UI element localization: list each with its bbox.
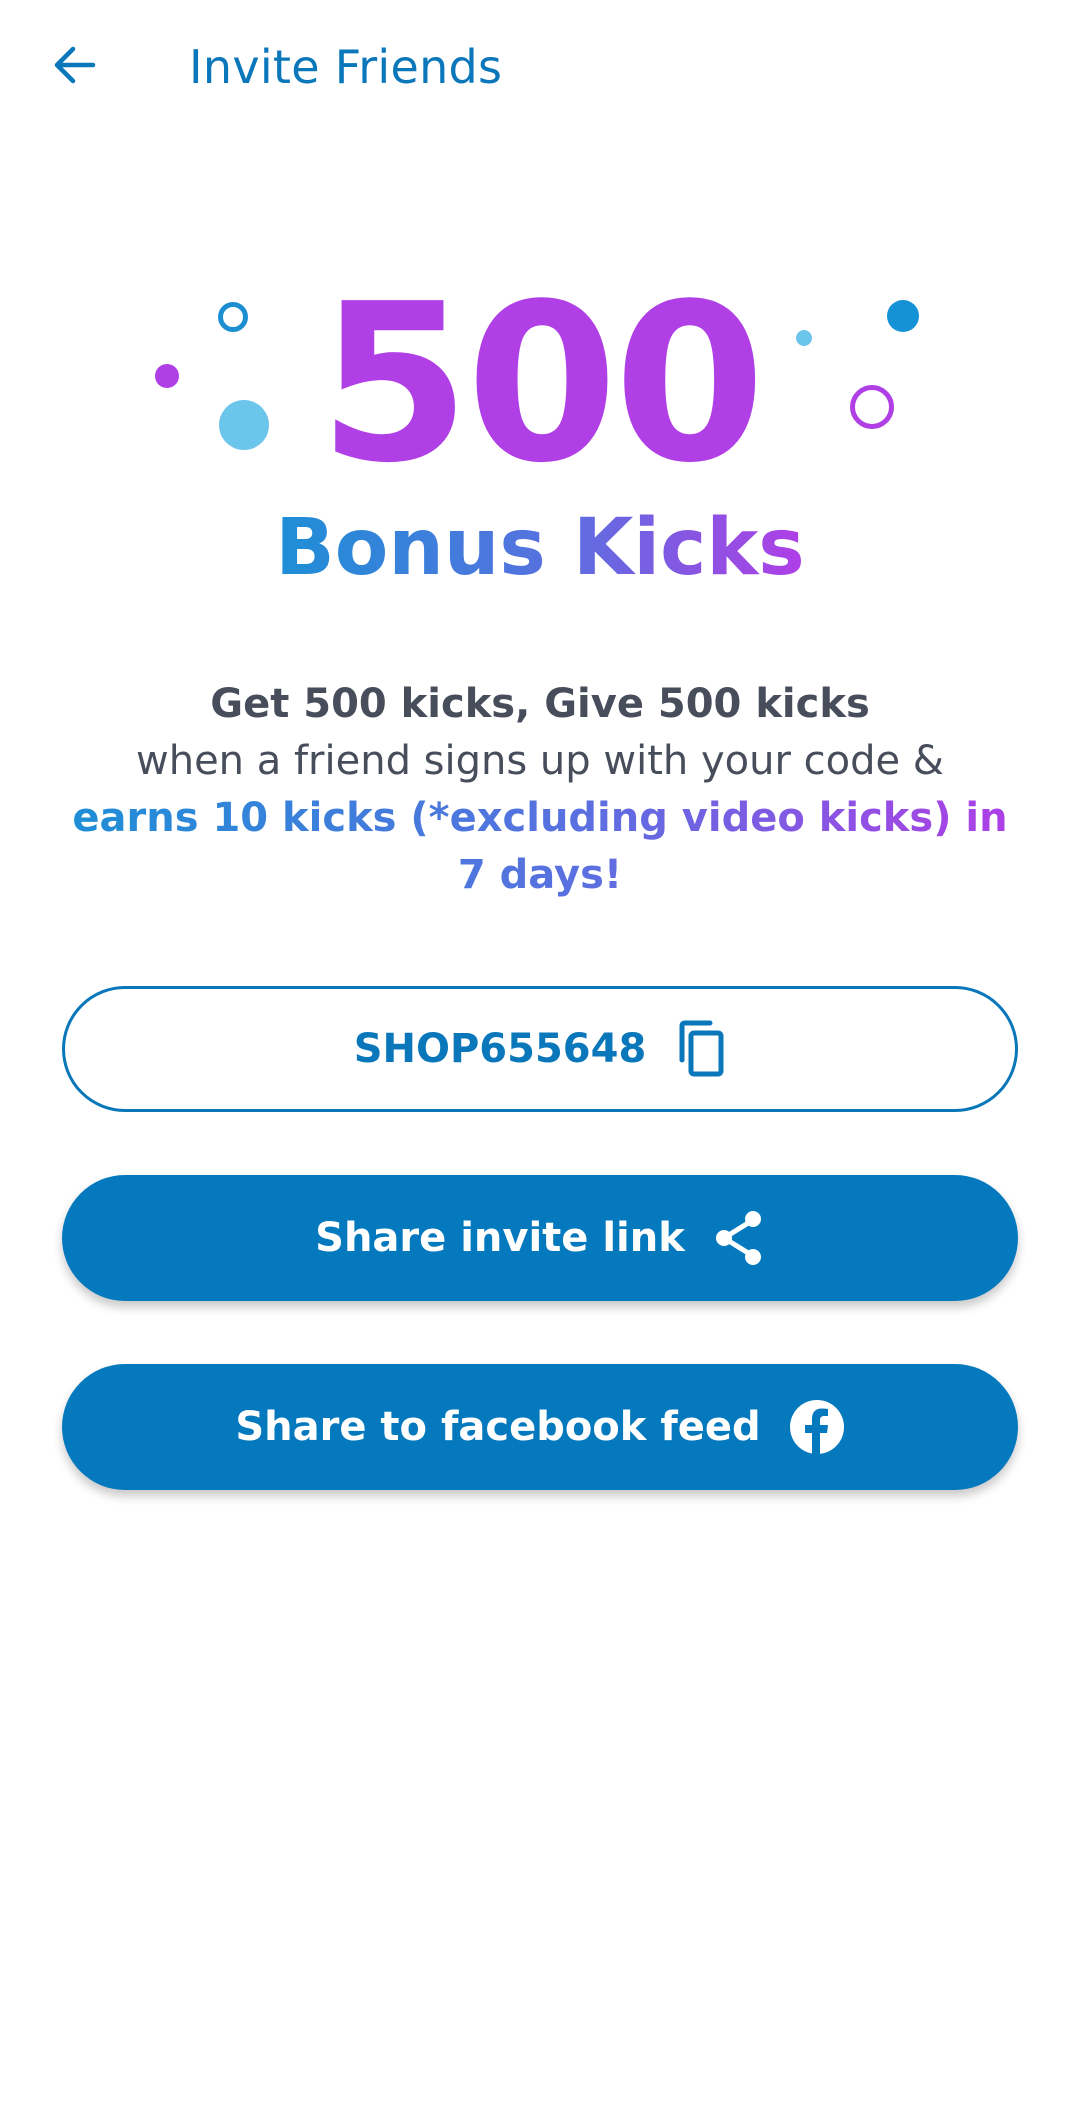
share-icon bbox=[713, 1210, 765, 1266]
description-requirement: earns 10 kicks (*excluding video kicks) … bbox=[60, 790, 1020, 904]
share-facebook-button[interactable]: Share to facebook feed bbox=[62, 1364, 1018, 1490]
copy-icon bbox=[674, 1020, 726, 1078]
bonus-hero: 500 Bonus Kicks bbox=[0, 270, 1080, 610]
top-bar: Invite Friends bbox=[0, 0, 1080, 135]
arrow-left-icon bbox=[51, 45, 97, 90]
share-invite-link-label: Share invite link bbox=[315, 1215, 685, 1261]
invite-description: Get 500 kicks, Give 500 kicks when a fri… bbox=[60, 676, 1020, 904]
description-condition: when a friend signs up with your code & bbox=[136, 738, 944, 784]
referral-code: SHOP655648 bbox=[353, 1026, 647, 1072]
share-facebook-label: Share to facebook feed bbox=[235, 1404, 761, 1450]
copy-code-button[interactable]: SHOP655648 bbox=[62, 986, 1018, 1112]
bonus-amount: 500 bbox=[318, 258, 765, 511]
bonus-subtitle-text: Bonus Kicks bbox=[275, 503, 805, 593]
page-title: Invite Friends bbox=[189, 40, 503, 94]
description-headline: Get 500 kicks, Give 500 kicks bbox=[210, 681, 870, 727]
facebook-icon bbox=[789, 1399, 845, 1455]
share-invite-link-button[interactable]: Share invite link bbox=[62, 1175, 1018, 1301]
bonus-subtitle: Bonus Kicks bbox=[0, 502, 1080, 594]
back-button[interactable] bbox=[44, 38, 104, 96]
